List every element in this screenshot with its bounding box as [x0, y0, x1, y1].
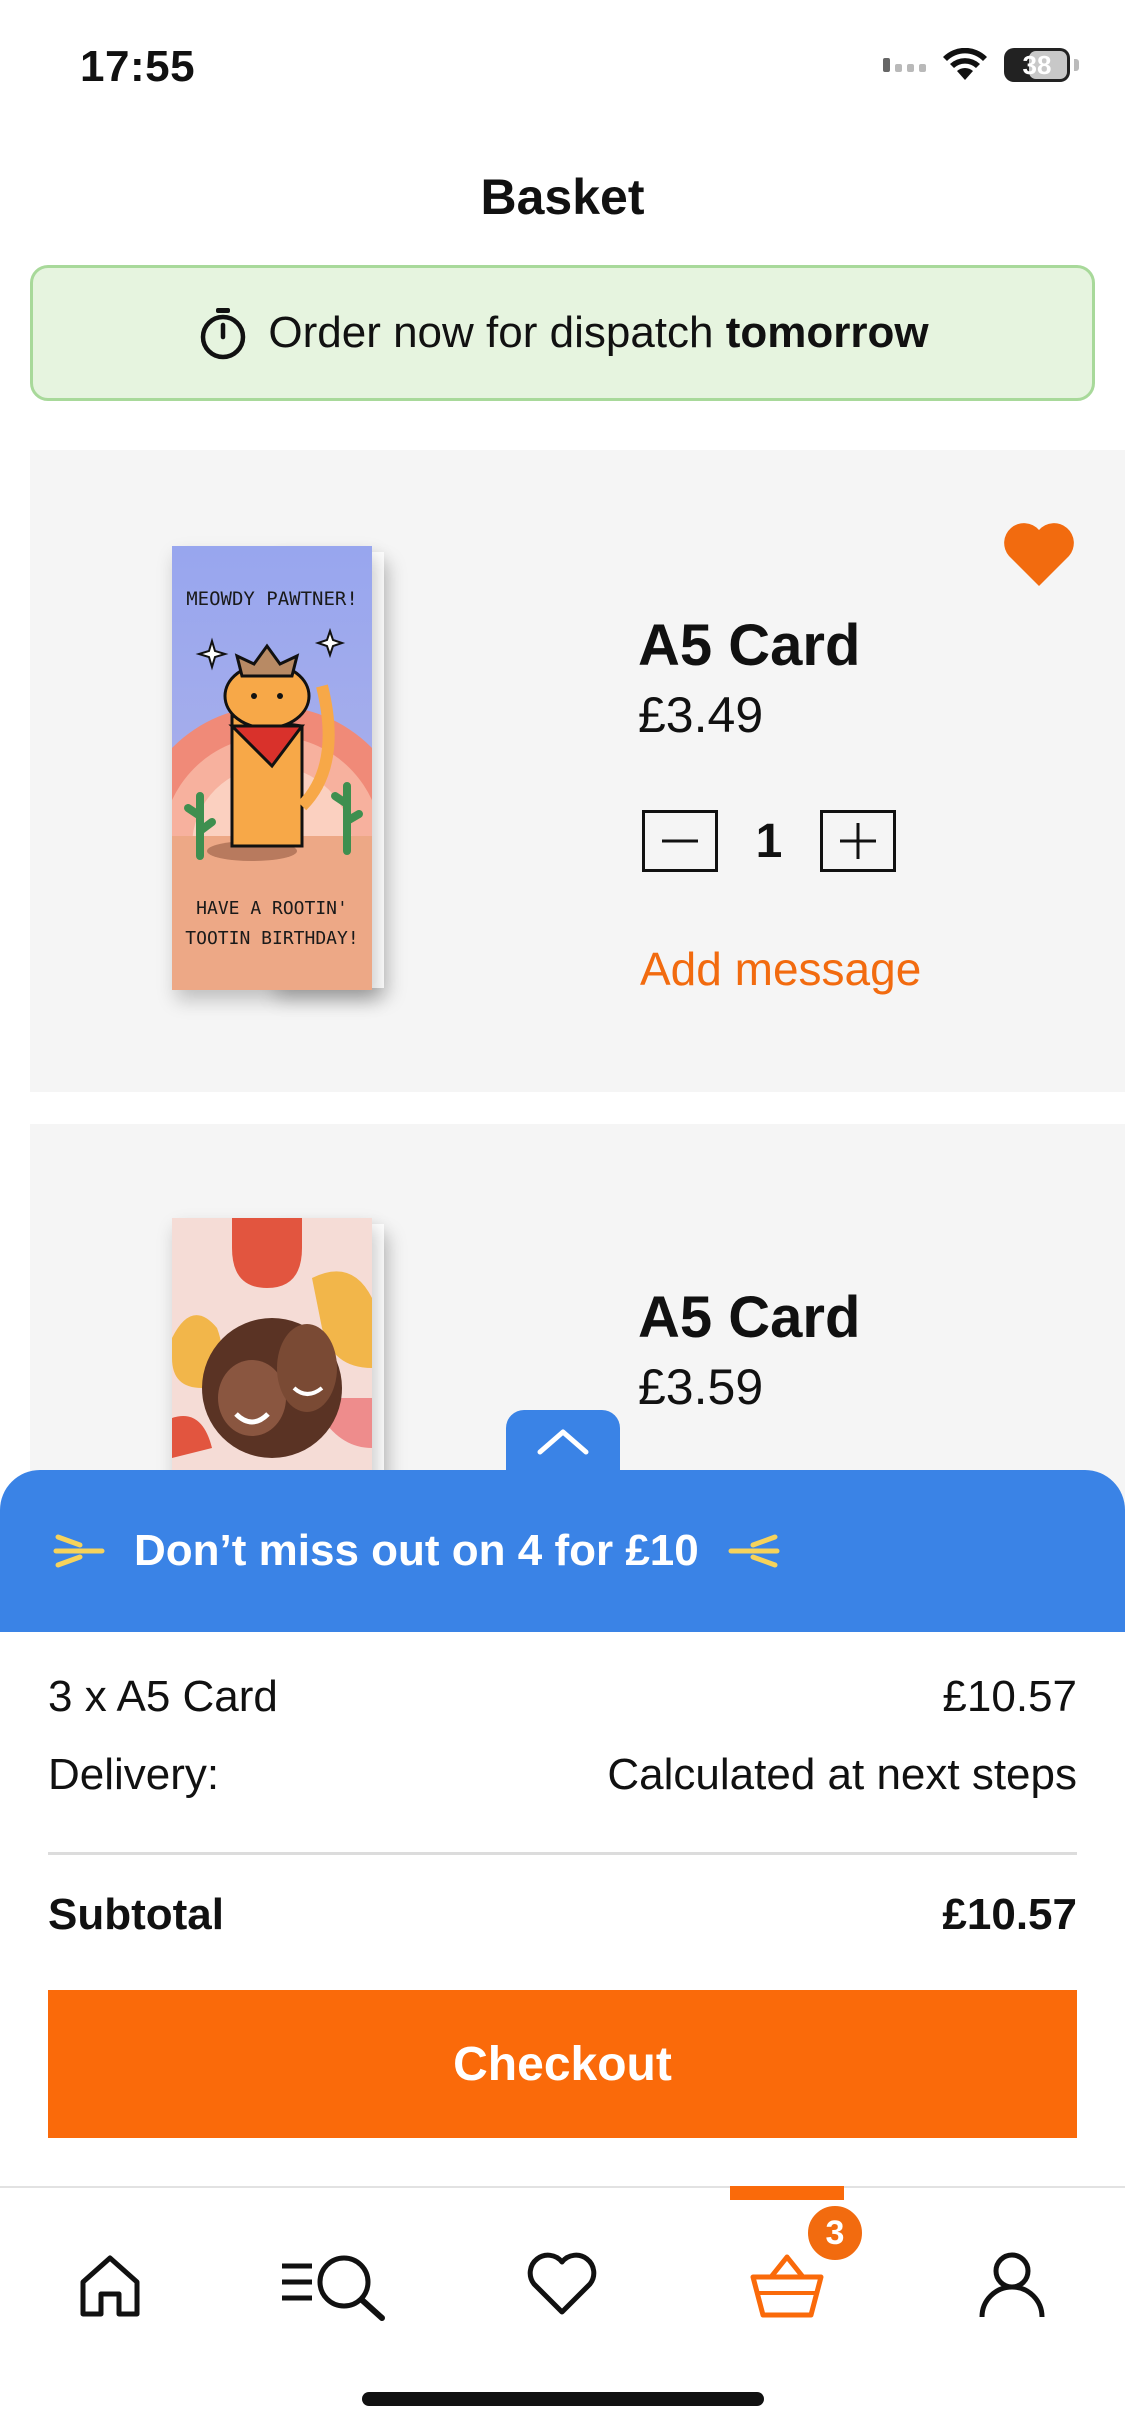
plus-icon: [840, 823, 876, 859]
cowboy-cat-card-image: MEOWDY PAWTNER! HAVE A ROOTIN' TOOTIN BI…: [172, 546, 372, 990]
tab-favourites[interactable]: [502, 2230, 622, 2340]
delivery-row: Delivery: Calculated at next steps: [48, 1750, 1077, 1800]
home-icon: [80, 2255, 140, 2317]
add-message-link[interactable]: Add message: [640, 942, 921, 996]
quantity-value: 1: [755, 814, 783, 868]
promo-banner[interactable]: Don’t miss out on 4 for £10: [0, 1470, 1125, 1632]
promo-text: Don’t miss out on 4 for £10: [134, 1526, 699, 1575]
basket-count-badge: 3: [804, 2202, 866, 2264]
minus-icon: [662, 839, 698, 843]
sparkle-right-icon: [728, 1534, 780, 1568]
status-time: 17:55: [80, 42, 196, 91]
tab-search[interactable]: [273, 2230, 393, 2340]
status-icons: 38: [883, 48, 1079, 82]
subtotal-row: Subtotal £10.57: [48, 1890, 1077, 1940]
tab-home[interactable]: [50, 2230, 170, 2340]
card-text-bottom-1: HAVE A ROOTIN': [196, 898, 348, 919]
active-tab-indicator: [730, 2186, 844, 2200]
dispatch-day: tomorrow: [725, 308, 929, 357]
card-thumbnail[interactable]: MEOWDY PAWTNER! HAVE A ROOTIN' TOOTIN BI…: [172, 546, 484, 990]
wifi-icon: [943, 48, 987, 80]
expand-summary-button[interactable]: [506, 1410, 620, 1472]
item-name: A5 Card: [638, 613, 861, 678]
increase-quantity-button[interactable]: [820, 810, 896, 872]
items-value: £10.57: [942, 1672, 1077, 1721]
basket-icon: [750, 2254, 824, 2318]
decrease-quantity-button[interactable]: [642, 810, 718, 872]
account-icon: [979, 2252, 1045, 2318]
favourite-heart-icon[interactable]: [1003, 522, 1075, 588]
item-price: £3.59: [638, 1359, 764, 1415]
subtotal-value: £10.57: [942, 1890, 1077, 1939]
stopwatch-icon: [201, 308, 246, 360]
item-name: A5 Card: [638, 1285, 861, 1350]
checkout-button[interactable]: Checkout: [48, 1990, 1077, 2138]
dispatch-banner: Order now for dispatch tomorrow: [30, 265, 1095, 401]
tab-account[interactable]: [952, 2230, 1072, 2340]
card-text-top: MEOWDY PAWTNER!: [186, 588, 358, 610]
signal-icon: [883, 58, 926, 72]
status-bar: 17:55 38: [0, 0, 1125, 132]
search-menu-icon: [282, 2255, 385, 2321]
item-price: £3.49: [638, 687, 764, 743]
delivery-value: Calculated at next steps: [607, 1750, 1077, 1799]
order-summary: 3 x A5 Card £10.57 Delivery: Calculated …: [0, 1632, 1125, 2187]
divider: [48, 1852, 1077, 1855]
basket-item: MEOWDY PAWTNER! HAVE A ROOTIN' TOOTIN BI…: [30, 450, 1125, 1092]
sparkle-left-icon: [53, 1534, 105, 1568]
battery-icon: 38: [1004, 48, 1070, 82]
subtotal-label: Subtotal: [48, 1890, 224, 1939]
dispatch-text: Order now for dispatch tomorrow: [268, 308, 929, 357]
page-title: Basket: [480, 169, 645, 225]
quantity-stepper: 1: [642, 810, 896, 872]
home-indicator: [362, 2392, 764, 2406]
items-row: 3 x A5 Card £10.57: [48, 1672, 1077, 1722]
items-label: 3 x A5 Card: [48, 1672, 278, 1721]
delivery-label: Delivery:: [48, 1750, 220, 1799]
card-text-bottom-2: TOOTIN BIRTHDAY!: [185, 928, 359, 949]
heart-icon: [527, 2252, 597, 2315]
battery-level: 38: [1022, 49, 1052, 80]
chevron-up-icon: [537, 1429, 589, 1455]
